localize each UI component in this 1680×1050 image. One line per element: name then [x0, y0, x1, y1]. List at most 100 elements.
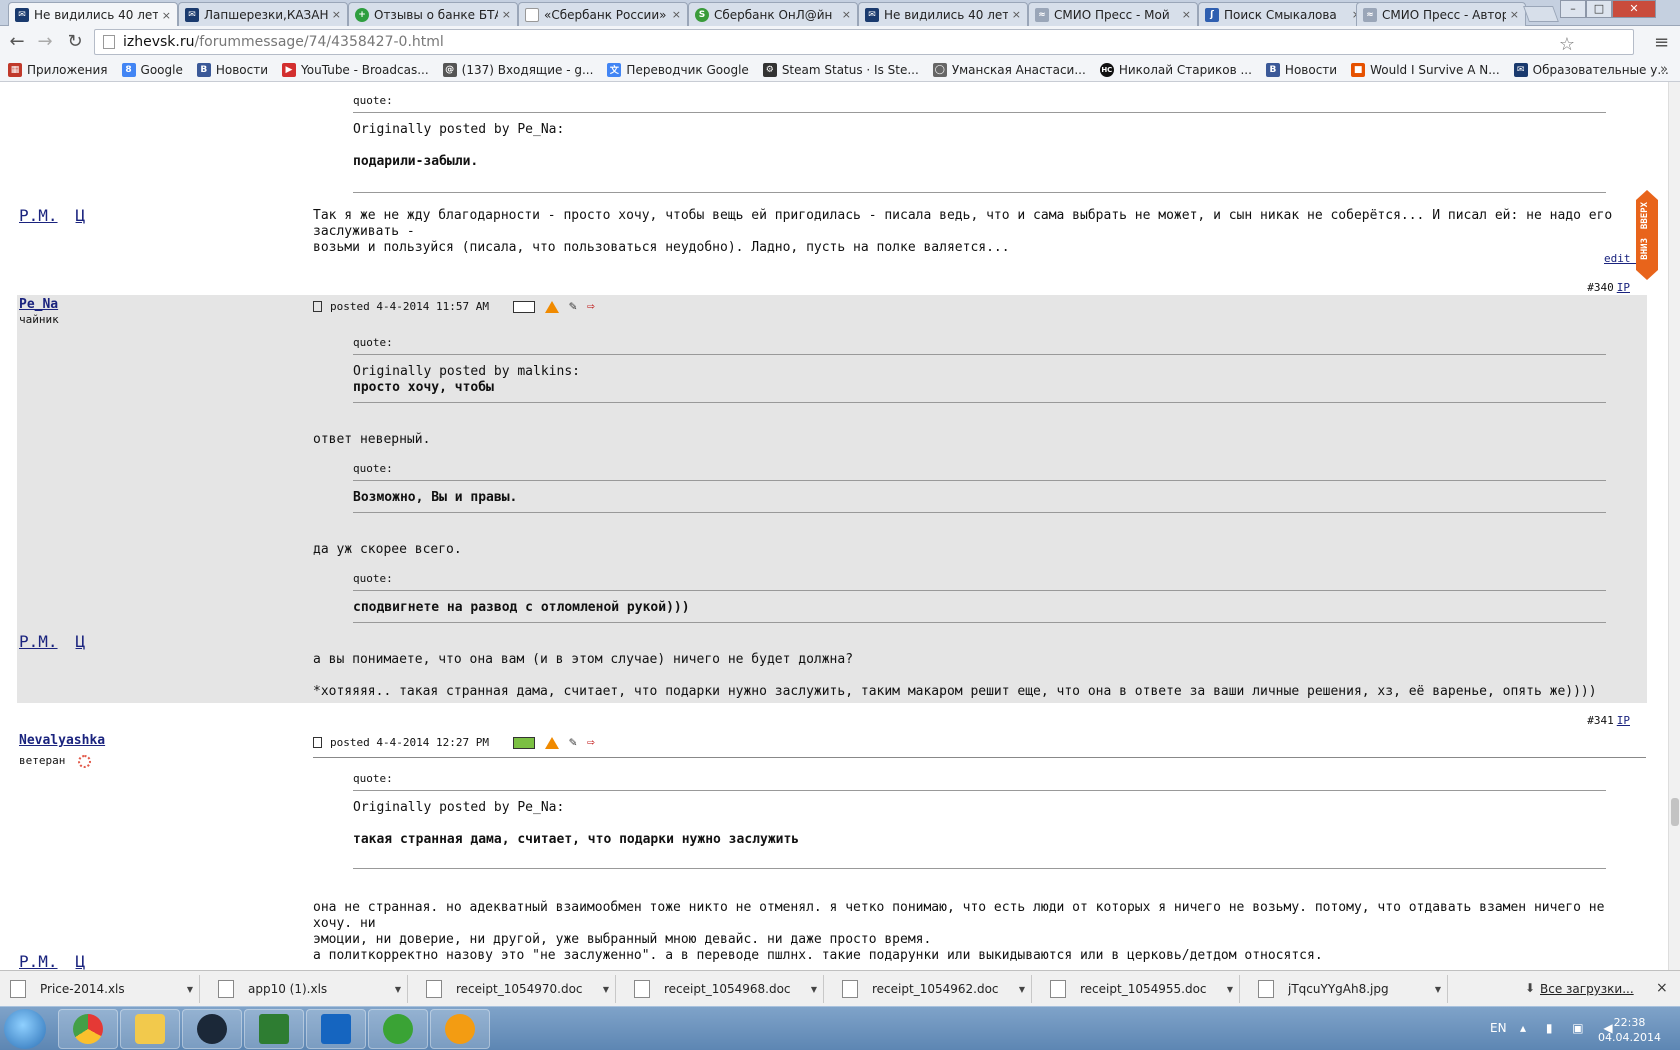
clock[interactable]: 22:38 04.04.2014 [1598, 1015, 1661, 1045]
bookmark-survive[interactable]: ■ Would I Survive A N... [1351, 62, 1500, 77]
download-filename: Price-2014.xls [40, 982, 125, 996]
ip-link[interactable]: IP [1617, 281, 1630, 294]
taskbar-utorrent[interactable] [368, 1009, 428, 1049]
menu-icon[interactable]: ≡ [1654, 32, 1669, 53]
scroll-down-label[interactable]: ВНИЗ [1640, 238, 1650, 260]
close-icon[interactable]: × [162, 9, 171, 22]
reply-quote-icon[interactable]: ⇨ [587, 736, 595, 749]
tab-3[interactable]: + Отзывы о банке БТА × [348, 2, 518, 26]
close-icon[interactable]: × [1012, 8, 1021, 21]
bookmark-news[interactable]: B Новости [196, 62, 269, 77]
download-item[interactable]: receipt_1054955.doc ▼ [1040, 975, 1240, 1003]
pm-link[interactable]: Р.М. [19, 952, 58, 970]
download-item[interactable]: jTqcuYYgAh8.jpg ▼ [1248, 975, 1448, 1003]
edit-icon[interactable]: ✎ [569, 300, 577, 313]
bookmark-label: YouTube - Broadcas... [301, 62, 429, 77]
back-button[interactable]: ← [6, 31, 28, 53]
bookmark-umanskaya[interactable]: ◯ Уманская Анастаси... [932, 62, 1086, 77]
quote-link[interactable]: Ц [76, 632, 86, 651]
report-icon[interactable] [544, 300, 559, 313]
maximize-button[interactable]: □ [1586, 0, 1612, 18]
username-link[interactable]: Nevalyashka [19, 733, 105, 748]
pm-link[interactable]: Р.М. [19, 632, 58, 651]
taskbar-steam[interactable] [182, 1009, 242, 1049]
quote-link[interactable]: Ц [76, 952, 86, 970]
reload-button[interactable]: ↻ [64, 31, 86, 53]
username-link[interactable]: Pe_Na [19, 297, 58, 312]
tab-2[interactable]: ✉ Лапшерезки,КАЗАНЬ × [178, 2, 348, 26]
address-bar[interactable]: izhevsk.ru/forummessage/74/4358427-0.htm… [94, 29, 1634, 55]
dropdown-arrow-icon[interactable]: ▼ [811, 985, 817, 994]
report-icon[interactable] [544, 736, 559, 749]
tab-8[interactable]: ʃ Поиск Смыкалова × [1198, 2, 1368, 26]
bookmark-label: Новости [215, 62, 269, 77]
dropdown-arrow-icon[interactable]: ▼ [1019, 985, 1025, 994]
bookmark-apps[interactable]: ▦ Приложения [8, 62, 108, 77]
bookmark-inbox[interactable]: @ (137) Входящие - g... [442, 62, 593, 77]
quote-link[interactable]: Ц [76, 206, 86, 225]
bookmarks-overflow-button[interactable]: » [1660, 62, 1668, 77]
language-indicator[interactable]: EN [1490, 1021, 1507, 1035]
dropdown-arrow-icon[interactable]: ▼ [395, 985, 401, 994]
tab-9[interactable]: ≈ СМИО Пресс - Автор × [1356, 2, 1526, 26]
dropdown-arrow-icon[interactable]: ▼ [1227, 985, 1233, 994]
bookmark-translate[interactable]: 文 Переводчик Google [607, 62, 749, 77]
minimize-button[interactable]: – [1560, 0, 1586, 18]
pm-link[interactable]: Р.М. [19, 206, 58, 225]
download-item[interactable]: receipt_1054968.doc ▼ [624, 975, 824, 1003]
tab-5[interactable]: S Сбербанк ОнЛ@йн × [688, 2, 858, 26]
profile-icon[interactable] [512, 300, 535, 313]
dropdown-arrow-icon[interactable]: ▼ [187, 985, 193, 994]
close-icon[interactable]: × [332, 8, 341, 21]
page-scrollbar[interactable] [1668, 82, 1680, 970]
scroll-up-label[interactable]: ВВЕРХ [1640, 202, 1650, 229]
dropdown-arrow-icon[interactable]: ▼ [603, 985, 609, 994]
taskbar-search[interactable] [306, 1009, 366, 1049]
tab-6[interactable]: ✉ Не видились 40 лет... × [858, 2, 1028, 26]
dropdown-arrow-icon[interactable]: ▼ [1435, 985, 1441, 994]
quote-divider [353, 868, 1606, 869]
url-host: izhevsk.ru [123, 34, 195, 50]
taskbar-excel[interactable] [244, 1009, 304, 1049]
close-icon[interactable]: × [1656, 980, 1668, 996]
edit-icon[interactable]: ✎ [569, 736, 577, 749]
all-downloads-link[interactable]: Все загрузки... [1540, 982, 1634, 996]
taskbar-chrome[interactable] [58, 1009, 118, 1049]
arrow-down-icon[interactable] [1636, 270, 1658, 280]
download-item[interactable]: receipt_1054970.doc ▼ [416, 975, 616, 1003]
tab-7[interactable]: ≈ СМИО Пресс - Мой × [1028, 2, 1198, 26]
download-item[interactable]: receipt_1054962.doc ▼ [832, 975, 1032, 1003]
bookmark-news-2[interactable]: B Новости [1265, 62, 1337, 77]
close-icon[interactable]: × [672, 8, 681, 21]
forward-button[interactable]: → [34, 31, 56, 53]
arrow-up-icon[interactable] [1636, 190, 1658, 200]
scroll-up-down-widget[interactable]: ВВЕРХ ВНИЗ [1636, 190, 1658, 280]
start-button[interactable] [4, 1009, 46, 1049]
bookmark-star-icon[interactable]: ☆ [1559, 34, 1575, 55]
reply-quote-icon[interactable]: ⇨ [587, 300, 595, 313]
bookmark-youtube[interactable]: ▶ YouTube - Broadcas... [282, 62, 429, 77]
ip-link[interactable]: IP [1617, 714, 1630, 727]
profile-icon[interactable] [512, 736, 535, 749]
new-tab-button[interactable] [1523, 6, 1559, 22]
taskbar-paint[interactable] [430, 1009, 490, 1049]
tab-4[interactable]: «Сбербанк России» × [518, 2, 688, 26]
bookmark-education[interactable]: ✉ Образовательные у... [1513, 62, 1669, 77]
taskbar-explorer[interactable] [120, 1009, 180, 1049]
posted-date: posted 4-4-2014 11:57 AM [330, 300, 489, 313]
close-icon[interactable]: × [502, 8, 511, 21]
bookmark-starikov[interactable]: HC Николай Стариков ... [1099, 62, 1252, 77]
tab-1[interactable]: ✉ Не видились 40 лет... × [8, 2, 178, 27]
bookmark-steam[interactable]: ⚙ Steam Status · Is Ste... [762, 62, 919, 77]
download-item[interactable]: Price-2014.xls ▼ [0, 975, 200, 1003]
close-icon[interactable]: × [842, 8, 851, 21]
close-icon[interactable]: × [1182, 8, 1191, 21]
smio-icon: ≈ [1035, 7, 1049, 22]
scroll-thumb[interactable] [1671, 798, 1679, 826]
bookmark-label: Уманская Анастаси... [951, 62, 1086, 77]
quote-text: такая странная дама, считает, что подарк… [353, 832, 800, 847]
close-icon[interactable]: × [1510, 8, 1519, 21]
bookmark-google[interactable]: 8 Google [121, 62, 183, 77]
close-window-button[interactable]: ✕ [1612, 0, 1656, 18]
download-item[interactable]: app10 (1).xls ▼ [208, 975, 408, 1003]
